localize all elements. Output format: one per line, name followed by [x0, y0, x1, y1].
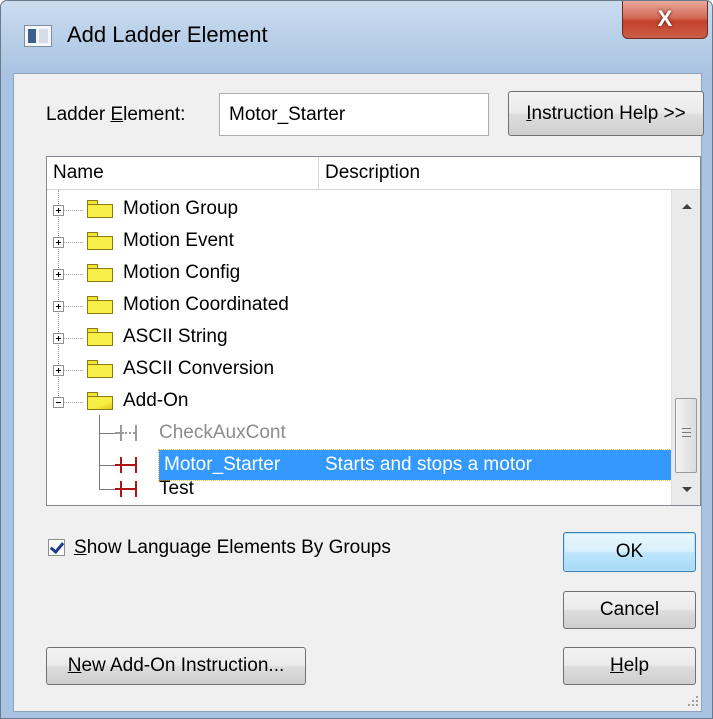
tree-item-checkauxcont[interactable]: CheckAuxCont [47, 417, 672, 449]
instruction-tree[interactable]: Name Description Motion Group Motion Eve… [46, 156, 701, 506]
title-bar[interactable]: Add Ladder Element X [1, 1, 712, 73]
folder-icon [87, 200, 113, 218]
tree-connector [99, 465, 115, 466]
collapse-icon[interactable] [53, 397, 64, 408]
tree-group-motion-event[interactable]: Motion Event [47, 225, 672, 257]
tree-connector [64, 306, 83, 307]
group-label: Motion Event [123, 230, 234, 251]
ok-button[interactable]: OK [563, 532, 696, 572]
scrollbar-thumb[interactable] [675, 398, 697, 473]
expand-icon[interactable] [53, 205, 64, 216]
ladder-element-input[interactable]: Motor_Starter [219, 93, 489, 136]
ladder-instruction-icon [115, 425, 141, 441]
tree-group-motion-group[interactable]: Motion Group [47, 193, 672, 225]
item-label: CheckAuxCont [159, 422, 286, 443]
resize-grip[interactable] [687, 695, 699, 707]
open-folder-icon [87, 392, 113, 410]
ladder-instruction-icon [115, 481, 141, 497]
group-label: ASCII Conversion [123, 358, 275, 379]
column-header-description[interactable]: Description [325, 157, 420, 189]
tree-item-motor-starter[interactable]: Motor_Starter Starts and stops a motor [47, 449, 676, 481]
folder-icon [87, 360, 113, 378]
tree-group-add-on[interactable]: Add-On [47, 385, 672, 417]
tree-connector [64, 210, 83, 211]
ladder-instruction-icon [115, 457, 141, 473]
column-divider[interactable] [318, 157, 319, 189]
tree-connector [64, 242, 83, 243]
folder-icon [87, 328, 113, 346]
scroll-up-arrow-icon[interactable] [682, 204, 692, 209]
scroll-down-arrow-icon[interactable] [682, 487, 692, 492]
new-add-on-instruction-button[interactable]: New Add-On Instruction... [46, 647, 306, 685]
tree-group-motion-coordinated[interactable]: Motion Coordinated [47, 289, 672, 321]
add-ladder-element-dialog: Add Ladder Element X Ladder Element: Mot… [0, 0, 713, 719]
expand-icon[interactable] [53, 301, 64, 312]
group-label: ASCII String [123, 326, 228, 347]
folder-icon [87, 264, 113, 282]
show-groups-checkbox[interactable] [48, 539, 65, 556]
expand-icon[interactable] [53, 237, 64, 248]
help-button[interactable]: Help [563, 647, 696, 685]
item-description: Starts and stops a motor [325, 454, 532, 475]
group-label: Motion Coordinated [123, 294, 289, 315]
tree-group-motion-config[interactable]: Motion Config [47, 257, 672, 289]
tree-connector [64, 274, 83, 275]
group-label: Motion Group [123, 198, 239, 219]
expand-icon[interactable] [53, 333, 64, 344]
tree-header: Name Description [47, 157, 700, 190]
tree-connector [64, 338, 83, 339]
app-icon [24, 25, 52, 47]
vertical-scrollbar[interactable] [671, 190, 700, 505]
tree-item-test[interactable]: Test [47, 478, 672, 505]
tree-group-ascii-string[interactable]: ASCII String [47, 321, 672, 353]
ladder-element-label: Ladder Element: [46, 104, 186, 125]
folder-icon [87, 296, 113, 314]
expand-icon[interactable] [53, 365, 64, 376]
item-label: Test [159, 478, 194, 499]
close-button[interactable]: X [622, 1, 708, 39]
cancel-button[interactable]: Cancel [563, 591, 696, 629]
tree-connector [99, 433, 115, 434]
window-title: Add Ladder Element [67, 22, 268, 47]
tree-connector [64, 370, 83, 371]
expand-icon[interactable] [53, 269, 64, 280]
show-groups-label[interactable]: Show Language Elements By Groups [74, 537, 391, 559]
tree-connector [64, 402, 83, 403]
folder-icon [87, 232, 113, 250]
tree-group-ascii-conversion[interactable]: ASCII Conversion [47, 353, 672, 385]
instruction-help-button[interactable]: Instruction Help >> [508, 91, 704, 136]
tree-connector [99, 489, 115, 490]
column-header-name[interactable]: Name [53, 157, 104, 189]
group-label: Add-On [123, 390, 189, 411]
group-label: Motion Config [123, 262, 241, 283]
